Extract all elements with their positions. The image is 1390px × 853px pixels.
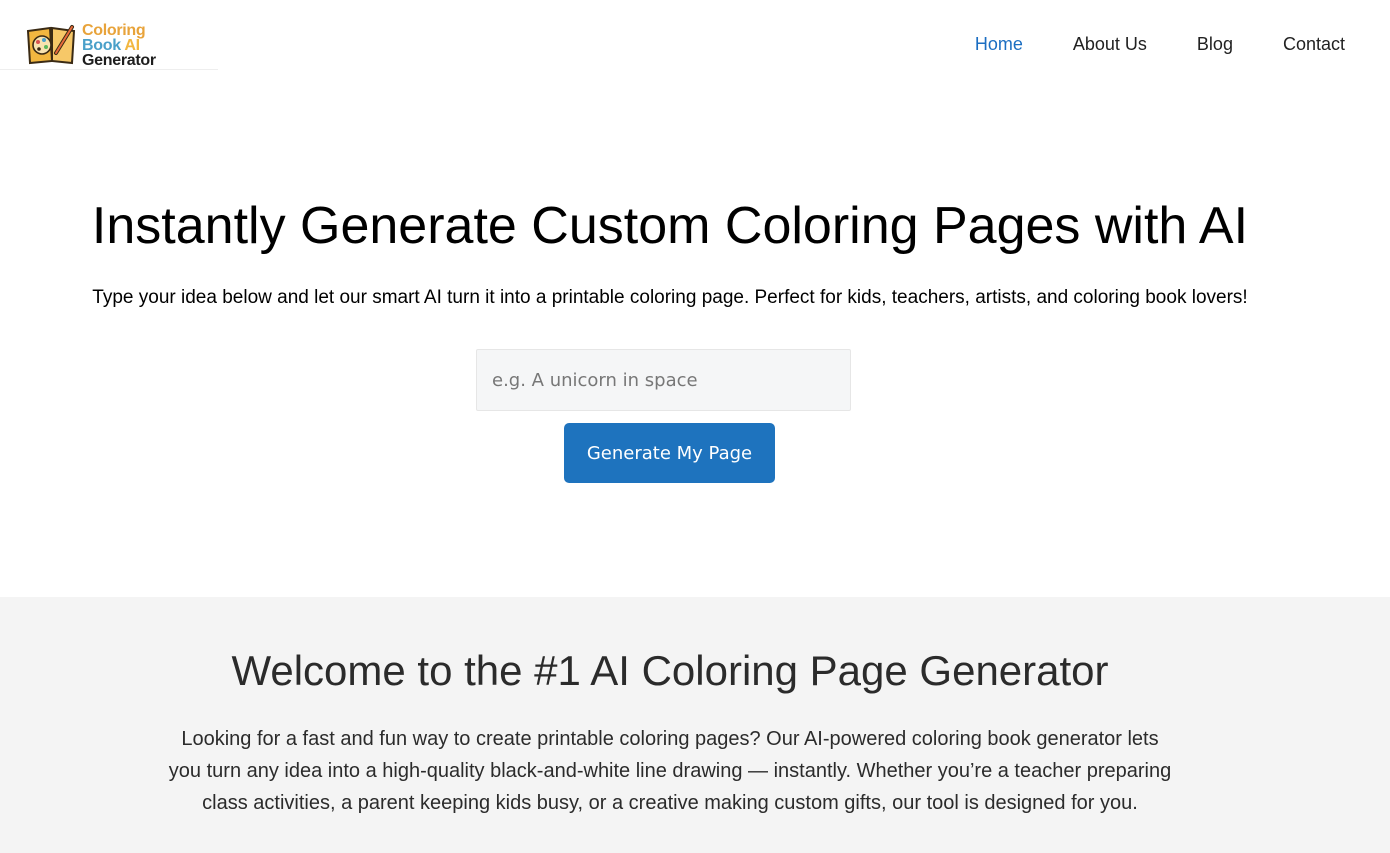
idea-prompt-input[interactable]	[476, 349, 851, 411]
nav-blog[interactable]: Blog	[1197, 34, 1233, 55]
logo-line-3: Generator	[82, 51, 156, 69]
welcome-section: Welcome to the #1 AI Coloring Page Gener…	[0, 597, 1390, 853]
logo-book-word: Book	[82, 36, 121, 54]
generate-page-button[interactable]: Generate My Page	[564, 423, 775, 483]
hero-subtitle: Type your idea below and let our smart A…	[92, 287, 1248, 308]
site-header: Coloring Book AI Generator Home About Us…	[0, 0, 1390, 92]
nav-contact[interactable]: Contact	[1283, 34, 1345, 55]
logo-ai-word: AI	[124, 36, 140, 54]
nav-about-us[interactable]: About Us	[1073, 34, 1147, 55]
nav-home[interactable]: Home	[975, 34, 1023, 55]
main-nav: Home About Us Blog Contact	[975, 34, 1345, 55]
logo-wordmark: Coloring Book AI Generator	[82, 21, 156, 69]
logo-line-2: Book AI	[82, 36, 156, 54]
welcome-text: Looking for a fast and fun way to create…	[168, 728, 1172, 814]
welcome-title: Welcome to the #1 AI Coloring Page Gener…	[231, 647, 1109, 694]
coloring-book-icon	[26, 25, 76, 65]
logo-line-1: Coloring	[82, 21, 146, 39]
hero-title: Instantly Generate Custom Coloring Pages…	[91, 197, 1249, 255]
logo-divider	[0, 69, 218, 70]
site-logo[interactable]: Coloring Book AI Generator	[26, 18, 216, 72]
